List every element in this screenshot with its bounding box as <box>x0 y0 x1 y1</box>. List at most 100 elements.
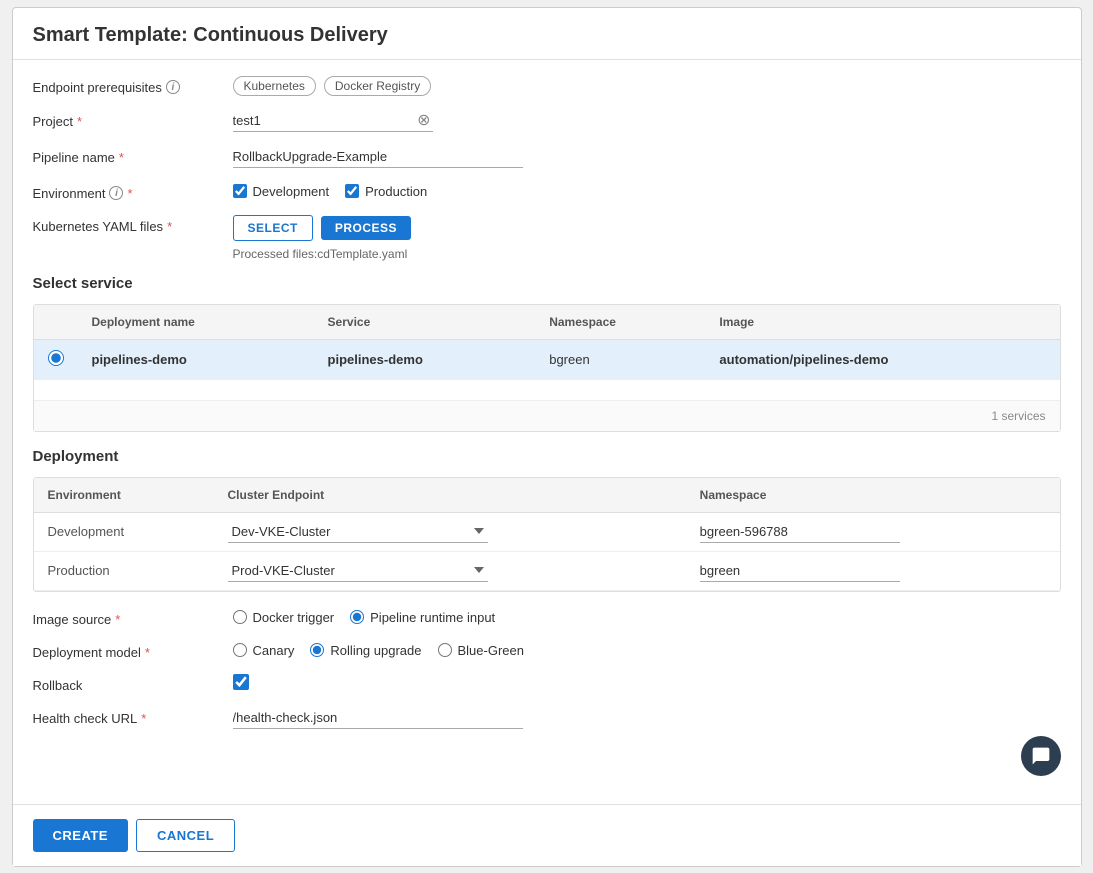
deploy-ns-production <box>686 551 1060 590</box>
deploy-cluster-production: Prod-VKE-Cluster <box>214 551 686 590</box>
dev-cluster-dropdown[interactable]: Dev-VKE-Cluster <box>228 521 488 543</box>
deploy-model-canary-label: Canary <box>253 643 295 658</box>
info-icon[interactable]: i <box>166 80 180 94</box>
env-development-item[interactable]: Development <box>233 184 330 199</box>
deploy-model-rolling-item[interactable]: Rolling upgrade <box>310 643 421 658</box>
environment-row: Environment i * Development Production <box>33 182 1061 201</box>
chat-icon <box>1031 746 1051 766</box>
project-input-wrapper: ⊗ <box>233 110 433 132</box>
deployment-table-body: Development Dev-VKE-Cluster Production <box>34 512 1060 590</box>
deployment-section-title: Deployment <box>33 448 1061 465</box>
endpoint-prerequisites-label: Endpoint prerequisites i <box>33 76 233 95</box>
prod-namespace-input[interactable] <box>700 560 900 582</box>
k8s-yaml-row: Kubernetes YAML files * SELECT PROCESS P… <box>33 215 1061 261</box>
prod-cluster-dropdown[interactable]: Prod-VKE-Cluster <box>228 560 488 582</box>
project-control: ⊗ <box>233 110 1061 132</box>
environment-label: Environment i * <box>33 182 233 201</box>
env-development-label: Development <box>253 184 330 199</box>
deployment-model-label: Deployment model * <box>33 641 233 660</box>
row-service: pipelines-demo <box>314 339 536 379</box>
image-source-docker-item[interactable]: Docker trigger <box>233 610 335 625</box>
pipeline-name-label: Pipeline name * <box>33 146 233 165</box>
row-image: automation/pipelines-demo <box>705 339 1059 379</box>
deploy-model-bluegreen-radio[interactable] <box>438 643 452 657</box>
pipeline-name-control <box>233 146 1061 168</box>
row-radio[interactable] <box>48 350 64 366</box>
deploy-row-production: Production Prod-VKE-Cluster <box>34 551 1060 590</box>
deployment-model-control: Canary Rolling upgrade Blue-Green <box>233 641 1061 658</box>
select-button[interactable]: SELECT <box>233 215 313 241</box>
table-row[interactable]: pipelines-demo pipelines-demo bgreen aut… <box>34 339 1060 379</box>
environment-info-icon[interactable]: i <box>109 186 123 200</box>
deploy-model-canary-item[interactable]: Canary <box>233 643 295 658</box>
rollback-control <box>233 674 1061 693</box>
tag-kubernetes: Kubernetes <box>233 76 316 96</box>
deployment-table-head: Environment Cluster Endpoint Namespace <box>34 478 1060 513</box>
deployment-table: Environment Cluster Endpoint Namespace D… <box>34 478 1060 591</box>
deploy-model-rolling-radio[interactable] <box>310 643 324 657</box>
endpoint-prerequisites-row: Endpoint prerequisites i Kubernetes Dock… <box>33 76 1061 96</box>
deployment-model-row: Deployment model * Canary Rolling upgrad… <box>33 641 1061 660</box>
rollback-row: Rollback <box>33 674 1061 693</box>
deploy-model-bluegreen-label: Blue-Green <box>458 643 524 658</box>
image-source-control: Docker trigger Pipeline runtime input <box>233 608 1061 625</box>
dev-namespace-input[interactable] <box>700 521 900 543</box>
health-check-input[interactable] <box>233 707 523 729</box>
image-source-pipeline-label: Pipeline runtime input <box>370 610 495 625</box>
services-table-head: Deployment name Service Namespace Image <box>34 305 1060 340</box>
col-service: Service <box>314 305 536 340</box>
deploy-ns-development <box>686 512 1060 551</box>
create-button[interactable]: CREATE <box>33 819 128 852</box>
image-source-pipeline-item[interactable]: Pipeline runtime input <box>350 610 495 625</box>
form-body: Endpoint prerequisites i Kubernetes Dock… <box>13 60 1081 759</box>
cancel-button[interactable]: CANCEL <box>136 819 235 852</box>
deployment-table-container: Environment Cluster Endpoint Namespace D… <box>33 477 1061 592</box>
project-row: Project * ⊗ <box>33 110 1061 132</box>
services-table: Deployment name Service Namespace Image … <box>34 305 1060 400</box>
endpoint-tags: Kubernetes Docker Registry <box>233 76 1061 96</box>
col-deployment-name: Deployment name <box>78 305 314 340</box>
env-production-label: Production <box>365 184 427 199</box>
deploy-col-cluster: Cluster Endpoint <box>214 478 686 513</box>
image-source-docker-radio[interactable] <box>233 610 247 624</box>
services-table-header-row: Deployment name Service Namespace Image <box>34 305 1060 340</box>
modal-footer: CREATE CANCEL <box>13 804 1081 866</box>
deploy-model-canary-radio[interactable] <box>233 643 247 657</box>
services-table-container: Deployment name Service Namespace Image … <box>33 304 1061 432</box>
k8s-yaml-buttons: SELECT PROCESS <box>233 215 1061 241</box>
image-source-docker-label: Docker trigger <box>253 610 335 625</box>
row-deployment-name: pipelines-demo <box>78 339 314 379</box>
rollback-label: Rollback <box>33 674 233 693</box>
process-button[interactable]: PROCESS <box>321 216 411 240</box>
env-production-item[interactable]: Production <box>345 184 427 199</box>
chat-bubble-button[interactable] <box>1021 736 1061 776</box>
deploy-env-development: Development <box>34 512 214 551</box>
env-production-checkbox[interactable] <box>345 184 359 198</box>
services-table-body: pipelines-demo pipelines-demo bgreen aut… <box>34 339 1060 400</box>
environment-control: Development Production <box>233 182 1061 199</box>
table-row-empty <box>34 379 1060 400</box>
health-check-control <box>233 707 1061 729</box>
pipeline-name-row: Pipeline name * <box>33 146 1061 168</box>
col-namespace: Namespace <box>535 305 705 340</box>
tag-docker-registry: Docker Registry <box>324 76 431 96</box>
image-source-row: Image source * Docker trigger Pipeline r… <box>33 608 1061 627</box>
deploy-col-env: Environment <box>34 478 214 513</box>
modal-title: Smart Template: Continuous Delivery <box>13 8 1081 60</box>
rollback-checkbox[interactable] <box>233 674 249 690</box>
services-table-footer: 1 services <box>34 400 1060 431</box>
project-input[interactable] <box>233 110 433 132</box>
modal-container: Smart Template: Continuous Delivery Endp… <box>12 7 1082 867</box>
pipeline-name-input[interactable] <box>233 146 523 168</box>
k8s-yaml-control: SELECT PROCESS Processed files:cdTemplat… <box>233 215 1061 261</box>
project-label: Project * <box>33 110 233 129</box>
image-source-pipeline-radio[interactable] <box>350 610 364 624</box>
deploy-model-bluegreen-item[interactable]: Blue-Green <box>438 643 524 658</box>
project-clear-icon[interactable]: ⊗ <box>417 113 430 129</box>
env-development-checkbox[interactable] <box>233 184 247 198</box>
row-radio-cell[interactable] <box>34 339 78 379</box>
col-radio <box>34 305 78 340</box>
processed-files-text: Processed files:cdTemplate.yaml <box>233 247 1061 261</box>
deploy-row-development: Development Dev-VKE-Cluster <box>34 512 1060 551</box>
row-namespace: bgreen <box>535 339 705 379</box>
